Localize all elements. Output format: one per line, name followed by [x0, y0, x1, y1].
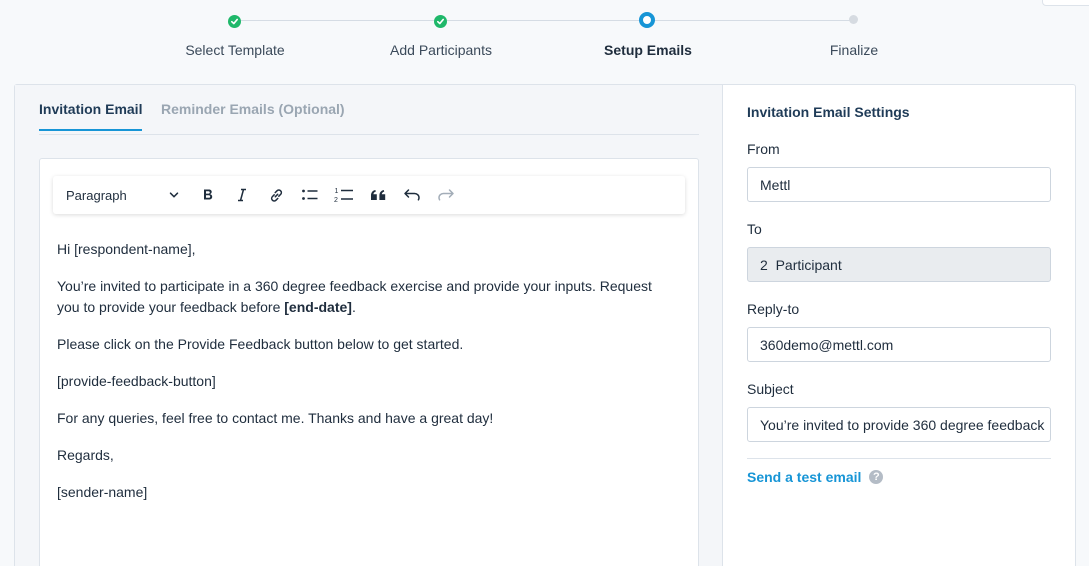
settings-title: Invitation Email Settings: [747, 104, 910, 120]
send-test-email-label: Send a test email: [747, 469, 862, 485]
format-select-value: Paragraph: [66, 187, 127, 203]
settings-divider: [747, 458, 1051, 459]
instruction-paragraph: Please click on the Provide Feedback but…: [57, 336, 464, 352]
bulleted-list-icon: [302, 189, 318, 200]
step-add-participants[interactable]: Add Participants: [351, 0, 531, 58]
queries-paragraph: For any queries, feel free to contact me…: [57, 410, 494, 426]
bulleted-list-button[interactable]: [293, 180, 327, 210]
check-icon: [228, 15, 241, 28]
sender-placeholder: [sender-name]: [57, 484, 148, 500]
step-select-template[interactable]: Select Template: [145, 0, 325, 58]
send-test-email-link[interactable]: Send a test email ?: [747, 469, 884, 485]
italic-button[interactable]: [225, 180, 259, 210]
tab-reminder-emails[interactable]: Reminder Emails (Optional): [161, 101, 345, 129]
redo-button[interactable]: [429, 180, 463, 210]
stepper-line: [236, 20, 854, 21]
link-button[interactable]: [259, 180, 293, 210]
to-label: To: [747, 221, 762, 237]
step-label: Select Template: [185, 42, 285, 58]
progress-stepper: Select Template Add Participants Setup E…: [0, 0, 1089, 80]
link-icon: [270, 188, 282, 202]
step-finalize[interactable]: Finalize: [764, 0, 944, 58]
editor-toolbar: Paragraph 12: [53, 176, 685, 214]
svg-text:2: 2: [334, 197, 338, 204]
undo-button[interactable]: [395, 180, 429, 210]
from-field[interactable]: Mettl: [747, 167, 1051, 202]
italic-icon: [238, 188, 246, 202]
step-label: Finalize: [829, 42, 879, 58]
pending-step-icon: [849, 15, 858, 24]
chevron-down-icon: [169, 188, 179, 203]
invitation-period: .: [351, 299, 356, 315]
rich-text-editor[interactable]: Paragraph 12 Hi [respondent-name], You’r…: [39, 158, 699, 566]
from-label: From: [747, 141, 780, 157]
feedback-button-placeholder: [provide-feedback-button]: [57, 373, 216, 389]
svg-text:1: 1: [335, 188, 339, 195]
regards-line: Regards,: [57, 447, 114, 463]
bold-button[interactable]: [191, 180, 225, 210]
email-editor-panel: Invitation Email Reminder Emails (Option…: [15, 85, 723, 566]
email-tabs: Invitation Email Reminder Emails (Option…: [39, 85, 699, 135]
help-icon[interactable]: ?: [869, 470, 884, 484]
active-step-icon: [639, 12, 655, 28]
bold-icon: [204, 189, 213, 200]
blockquote-button[interactable]: [361, 180, 395, 210]
undo-icon: [404, 189, 420, 201]
numbered-list-button[interactable]: 12: [327, 180, 361, 210]
email-setup-card: Invitation Email Reminder Emails (Option…: [14, 84, 1076, 566]
blockquote-icon: [370, 190, 385, 200]
end-date-placeholder: [end-date]: [284, 299, 352, 315]
subject-field[interactable]: You’re invited to provide 360 degree fee…: [747, 407, 1051, 442]
email-body[interactable]: Hi [respondent-name], You’re invited to …: [57, 239, 677, 519]
format-select[interactable]: Paragraph: [53, 176, 191, 214]
step-label: Setup Emails: [604, 42, 692, 58]
tab-invitation-email[interactable]: Invitation Email: [39, 101, 143, 131]
email-settings-panel: Invitation Email Settings From Mettl To …: [747, 85, 1051, 566]
reply-to-field[interactable]: 360demo@mettl.com: [747, 327, 1051, 362]
check-icon: [434, 15, 447, 28]
numbered-list-icon: 12: [334, 188, 353, 204]
invitation-paragraph: You’re invited to participate in a 360 d…: [57, 276, 677, 318]
greeting-line: Hi [respondent-name],: [57, 241, 196, 257]
subject-label: Subject: [747, 381, 794, 397]
step-label: Add Participants: [390, 42, 492, 58]
to-field: 2 Participant: [747, 247, 1051, 282]
reply-to-label: Reply-to: [747, 301, 800, 317]
redo-icon: [438, 189, 454, 201]
step-setup-emails[interactable]: Setup Emails: [558, 0, 738, 58]
